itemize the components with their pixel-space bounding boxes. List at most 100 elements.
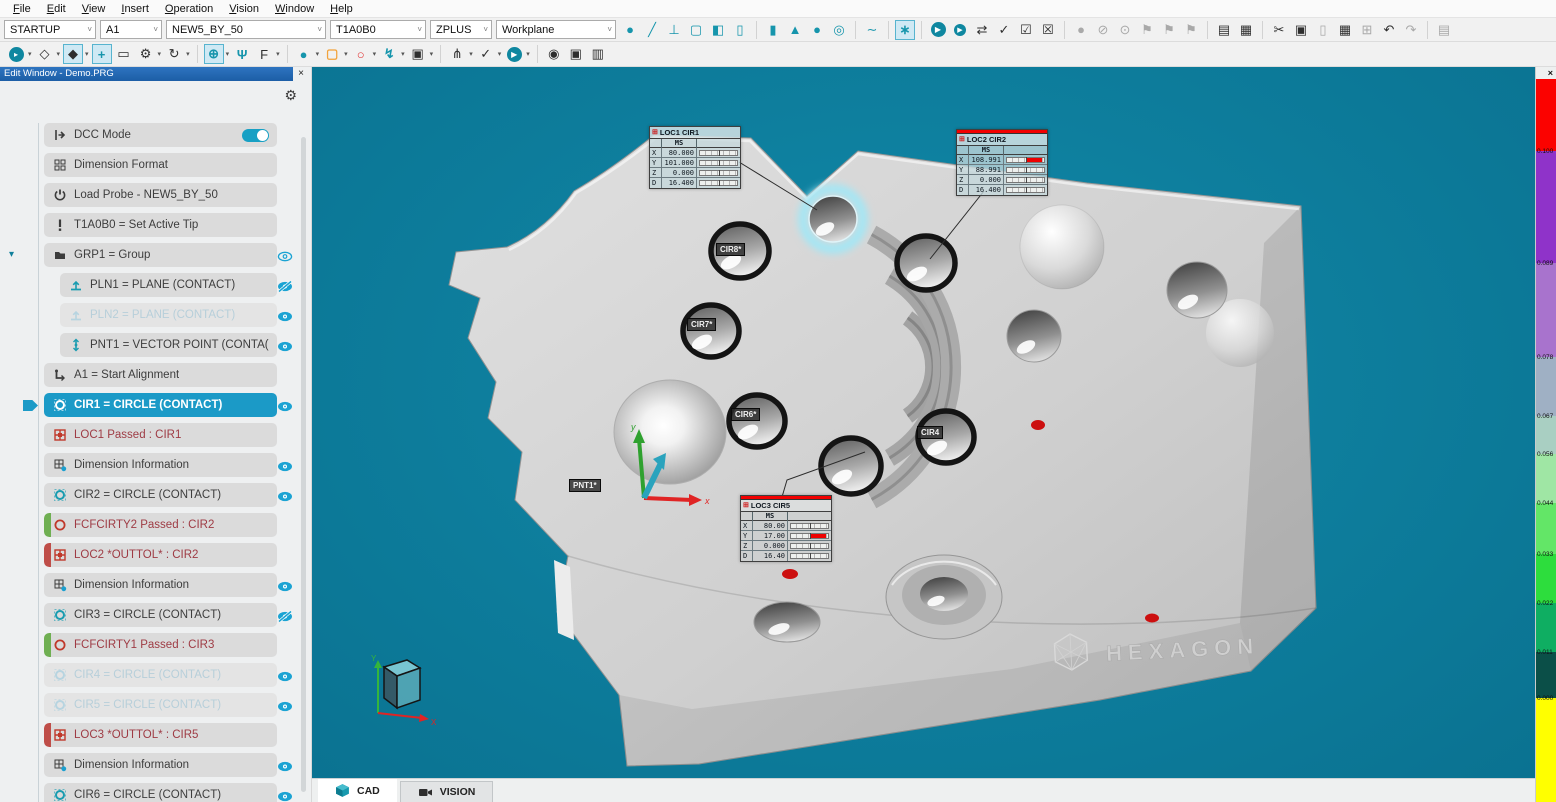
counterbore-feature[interactable] <box>886 555 1002 639</box>
goto-position-button[interactable]: ⊙ <box>1115 20 1135 40</box>
dropdown-arrow-icon[interactable]: ▾ <box>226 50 230 58</box>
path-optimize-button[interactable]: ⋔ <box>447 44 467 64</box>
close-icon[interactable]: × <box>294 67 308 81</box>
dropdown-arrow-icon[interactable]: ▾ <box>344 50 348 58</box>
dropdown-arrow-icon[interactable]: ▾ <box>276 50 280 58</box>
feature-hidden-button[interactable]: ⊘ <box>1093 20 1113 40</box>
cone-feature[interactable] <box>614 380 726 484</box>
sidebar-item-cir2[interactable]: CIR2 = CIRCLE (CONTACT) <box>44 483 277 507</box>
cir6-feature[interactable] <box>729 395 785 447</box>
feature-tag-cir6[interactable]: CIR6* <box>731 408 760 421</box>
pan-view-button[interactable]: + <box>92 44 112 64</box>
sphere-feature[interactable] <box>1020 205 1104 289</box>
active-tip-combobox[interactable]: T1A0B0˅ <box>330 20 426 39</box>
undo-button[interactable]: ↶ <box>1379 20 1399 40</box>
sidebar-item-pnt1[interactable]: PNT1 = VECTOR POINT (CONTA( <box>60 333 277 357</box>
dimension-label-loc3[interactable]: ⊞LOC3 CIR5MSX80.00Y17.00Z0.000D16.40 <box>740 495 832 562</box>
visibility-eye-icon[interactable] <box>277 249 293 267</box>
sidebar-item-cir1[interactable]: CIR1 = CIRCLE (CONTACT) <box>44 393 277 417</box>
mark-done-button[interactable]: ☑ <box>1016 20 1036 40</box>
sidebar-item-t1a0b0[interactable]: T1A0B0 = Set Active Tip <box>44 213 277 237</box>
point-feature-button[interactable]: ● <box>620 20 640 40</box>
sidebar-item-cir6[interactable]: CIR6 = CIRCLE (CONTACT) <box>44 783 277 802</box>
statistics-button[interactable]: ▥ <box>588 44 608 64</box>
print-button[interactable]: ▤ <box>1434 20 1454 40</box>
oval-hole[interactable] <box>754 602 820 642</box>
menu-item-insert[interactable]: Insert <box>114 2 156 16</box>
tab-vision[interactable]: VISION <box>400 781 494 802</box>
menu-item-help[interactable]: Help <box>323 2 360 16</box>
view-orientation-button[interactable]: ▸ <box>6 44 26 64</box>
sidebar-item-fcfcirty2[interactable]: FCFCIRTY2 Passed : CIR2 <box>44 513 277 537</box>
execute-from-cursor-button[interactable]: ▶ <box>950 20 970 40</box>
visibility-eye-icon[interactable] <box>277 759 293 777</box>
sidebar-item-load[interactable]: Load Probe - NEW5_BY_50 <box>44 183 277 207</box>
execute-play-button[interactable]: ▶ <box>504 44 524 64</box>
visibility-eye-icon[interactable] <box>277 309 293 327</box>
sidebar-item-cir4[interactable]: CIR4 = CIRCLE (CONTACT) <box>44 663 277 687</box>
cone-feature-button[interactable]: ▲ <box>785 20 805 40</box>
rotate-view-button[interactable]: ↻ <box>164 44 184 64</box>
camera-button[interactable]: ◉ <box>544 44 564 64</box>
menu-item-vision[interactable]: Vision <box>222 2 266 16</box>
sidebar-item-a1[interactable]: A1 = Start Alignment <box>44 363 277 387</box>
shaded-view-button[interactable]: ◆ <box>63 44 83 64</box>
probe-file-combobox[interactable]: NEW5_BY_50˅ <box>166 20 326 39</box>
feature-tag-cir4[interactable]: CIR4 <box>917 426 943 439</box>
quick-align-button[interactable]: ↯ <box>379 44 399 64</box>
dimension-label-loc1[interactable]: ⊞LOC1 CIR1MSX80.000Y101.000Z0.000D16.400 <box>649 126 741 189</box>
probe-mode-button[interactable]: ⊕ <box>204 44 224 64</box>
sidebar-item-pln2[interactable]: PLN2 = PLANE (CONTACT) <box>60 303 277 327</box>
cut-button[interactable]: ✂ <box>1269 20 1289 40</box>
paste-with-pattern-button[interactable]: ▦ <box>1335 20 1355 40</box>
probe-vector-button[interactable]: Ψ <box>232 44 252 64</box>
orientation-cube[interactable]: Y X <box>371 654 437 727</box>
curve-feature-button[interactable]: ∼ <box>862 20 882 40</box>
sidebar-item-dimension[interactable]: Dimension Information <box>44 753 277 777</box>
menu-item-operation[interactable]: Operation <box>158 2 220 16</box>
sphere-feature-button[interactable]: ● <box>807 20 827 40</box>
dropdown-arrow-icon[interactable]: ▾ <box>316 50 320 58</box>
feature-tag-cir7[interactable]: CIR7* <box>687 318 716 331</box>
dropdown-arrow-icon[interactable]: ▾ <box>28 50 32 58</box>
sphere-tool-button[interactable]: ● <box>294 44 314 64</box>
dropdown-arrow-icon[interactable]: ▾ <box>401 50 405 58</box>
view-settings-button[interactable]: ⚙ <box>136 44 156 64</box>
plane-feature-button[interactable]: ⊥ <box>664 20 684 40</box>
dropdown-arrow-icon[interactable]: ▾ <box>373 50 377 58</box>
cir5-feature[interactable] <box>821 438 881 494</box>
sidebar-item-cir3[interactable]: CIR3 = CIRCLE (CONTACT) <box>44 603 277 627</box>
cir2-feature[interactable] <box>897 236 955 290</box>
sidebar-item-dimension[interactable]: Dimension Format <box>44 153 277 177</box>
visibility-eye-icon[interactable] <box>277 489 293 507</box>
alignment-combobox[interactable]: A1˅ <box>100 20 162 39</box>
menu-item-edit[interactable]: Edit <box>40 2 73 16</box>
done-check-button[interactable]: ✓ <box>994 20 1014 40</box>
feature-shaded-button[interactable]: ● <box>1071 20 1091 40</box>
menu-item-window[interactable]: Window <box>268 2 321 16</box>
report-template-button[interactable]: ▦ <box>1236 20 1256 40</box>
execute-loop-button[interactable]: ⇄ <box>972 20 992 40</box>
cir7-feature[interactable] <box>683 305 739 357</box>
sidebar-item-pln1[interactable]: PLN1 = PLANE (CONTACT) <box>60 273 277 297</box>
visibility-eye-icon[interactable] <box>277 339 293 357</box>
sidebar-item-grp1[interactable]: GRP1 = Group <box>44 243 277 267</box>
sidebar-item-dimension[interactable]: Dimension Information <box>44 453 277 477</box>
visibility-eye-icon[interactable] <box>277 669 293 687</box>
sidebar-item-cir5[interactable]: CIR5 = CIRCLE (CONTACT) <box>44 693 277 717</box>
annotation-button[interactable]: ▭ <box>114 44 134 64</box>
cad-part[interactable]: HEXAGON x y <box>371 135 1316 766</box>
line-feature-button[interactable]: ╱ <box>642 20 662 40</box>
dropdown-arrow-icon[interactable]: ▾ <box>57 50 61 58</box>
sidebar-item-dcc[interactable]: DCC Mode <box>44 123 277 147</box>
visibility-eye-icon[interactable] <box>277 789 293 802</box>
cylinder-feature-button[interactable]: ▮ <box>763 20 783 40</box>
sidebar-item-loc2[interactable]: LOC2 *OUTTOL* : CIR2 <box>44 543 277 567</box>
feature-tag-cir8[interactable]: CIR8* <box>716 243 745 256</box>
image-capture-button[interactable]: ▣ <box>566 44 586 64</box>
scale-close-icon[interactable]: × <box>1536 67 1556 79</box>
visibility-eye-off-icon[interactable] <box>277 279 293 297</box>
torus-feature-button[interactable]: ◎ <box>829 20 849 40</box>
wireframe-view-button[interactable]: ◇ <box>35 44 55 64</box>
gear-icon[interactable]: ⚙ <box>284 87 297 104</box>
